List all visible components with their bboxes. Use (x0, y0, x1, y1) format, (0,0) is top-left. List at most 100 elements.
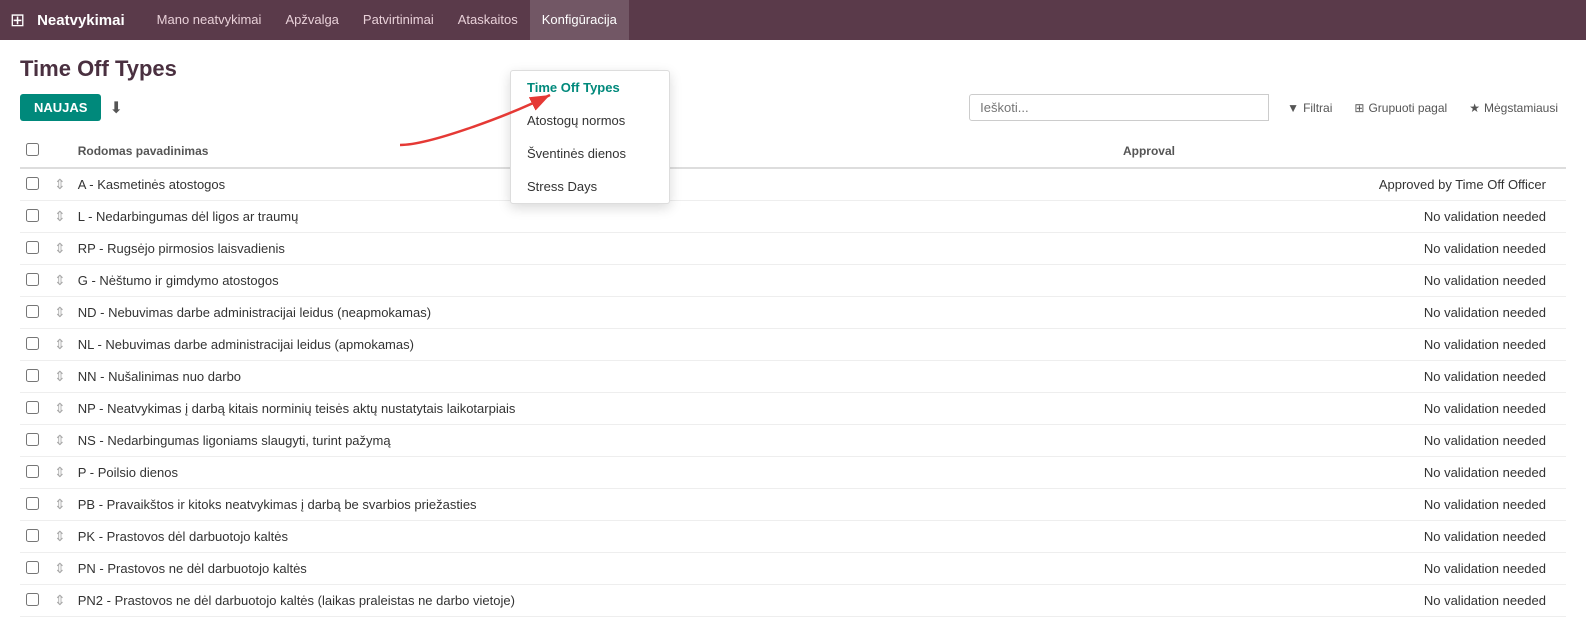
drag-handle-icon[interactable]: ⇕ (54, 208, 66, 224)
new-button[interactable]: NAUJAS (20, 94, 101, 121)
group-icon: ⊞ (1354, 101, 1364, 115)
group-button[interactable]: ⊞ Grupuoti pagal (1346, 96, 1455, 120)
app-name[interactable]: Neatvykimai (37, 12, 125, 29)
main-nav: Mano neatvykimai Apžvalga Patvirtinimai … (145, 0, 629, 40)
row-name[interactable]: G - Nėštumo ir gimdymo atostogos (72, 265, 1117, 297)
row-checkbox-cell (20, 361, 48, 393)
row-drag-handle-cell: ⇕ (48, 585, 72, 617)
col-header-check (20, 135, 48, 168)
table-row: ⇕ ND - Nebuvimas darbe administracijai l… (20, 297, 1566, 329)
drag-handle-icon[interactable]: ⇕ (54, 272, 66, 288)
row-name[interactable]: L - Nedarbingumas dėl ligos ar traumų (72, 201, 1117, 233)
row-name[interactable]: ND - Nebuvimas darbe administracijai lei… (72, 297, 1117, 329)
row-checkbox-cell (20, 201, 48, 233)
drag-handle-icon[interactable]: ⇕ (54, 304, 66, 320)
col-header-approval: Approval (1117, 135, 1566, 168)
table-row: ⇕ NL - Nebuvimas darbe administracijai l… (20, 329, 1566, 361)
search-input[interactable] (969, 94, 1269, 121)
select-all-checkbox[interactable] (26, 143, 39, 156)
row-drag-handle-cell: ⇕ (48, 297, 72, 329)
table-row: ⇕ PB - Pravaikštos ir kitoks neatvykimas… (20, 489, 1566, 521)
nav-item-konfiguracija[interactable]: Konfigūracija (530, 0, 629, 40)
filter-button[interactable]: ▼ Filtrai (1279, 96, 1340, 120)
row-checkbox-cell (20, 489, 48, 521)
row-checkbox-cell (20, 457, 48, 489)
row-approval: No validation needed (1117, 361, 1566, 393)
drag-handle-icon[interactable]: ⇕ (54, 176, 66, 192)
download-icon: ⬇ (109, 100, 122, 117)
nav-item-ataskaitos[interactable]: Ataskaitos (446, 0, 530, 40)
row-approval: No validation needed (1117, 425, 1566, 457)
nav-item-mano[interactable]: Mano neatvykimai (145, 0, 274, 40)
row-name[interactable]: NL - Nebuvimas darbe administracijai lei… (72, 329, 1117, 361)
row-drag-handle-cell: ⇕ (48, 168, 72, 201)
row-name[interactable]: NP - Neatvykimas į darbą kitais norminių… (72, 393, 1117, 425)
dropdown-item[interactable]: Atostogų normos (511, 104, 669, 137)
row-name[interactable]: NN - Nušalinimas nuo darbo (72, 361, 1117, 393)
drag-handle-icon[interactable]: ⇕ (54, 400, 66, 416)
drag-handle-icon[interactable]: ⇕ (54, 336, 66, 352)
row-checkbox[interactable] (26, 209, 39, 222)
drag-handle-icon[interactable]: ⇕ (54, 240, 66, 256)
row-checkbox-cell (20, 297, 48, 329)
row-checkbox[interactable] (26, 305, 39, 318)
drag-handle-icon[interactable]: ⇕ (54, 528, 66, 544)
drag-handle-icon[interactable]: ⇕ (54, 464, 66, 480)
page-title: Time Off Types (20, 56, 1566, 82)
row-name[interactable]: PN2 - Prastovos ne dėl darbuotojo kaltės… (72, 585, 1117, 617)
row-name[interactable]: PB - Pravaikštos ir kitoks neatvykimas į… (72, 489, 1117, 521)
row-checkbox[interactable] (26, 529, 39, 542)
favorites-button[interactable]: ★ Mėgstamiausi (1461, 96, 1566, 120)
row-approval: Approved by Time Off Officer (1117, 168, 1566, 201)
download-button[interactable]: ⬇ (109, 98, 122, 118)
row-name[interactable]: PN - Prastovos ne dėl darbuotojo kaltės (72, 553, 1117, 585)
group-label: Grupuoti pagal (1368, 101, 1447, 115)
dropdown-item[interactable]: Time Off Types (511, 71, 669, 104)
row-checkbox[interactable] (26, 433, 39, 446)
app-grid-icon[interactable]: ⊞ (10, 10, 25, 31)
row-drag-handle-cell: ⇕ (48, 425, 72, 457)
row-checkbox[interactable] (26, 593, 39, 606)
row-name[interactable]: PK - Prastovos dėl darbuotojo kaltės (72, 521, 1117, 553)
nav-item-apzvalga[interactable]: Apžvalga (273, 0, 350, 40)
toolbar: NAUJAS ⬇ ▼ Filtrai ⊞ Grupuoti pagal ★ Mė… (20, 94, 1566, 121)
top-navigation: ⊞ Neatvykimai Mano neatvykimai Apžvalga … (0, 0, 1586, 40)
row-drag-handle-cell: ⇕ (48, 329, 72, 361)
row-checkbox[interactable] (26, 369, 39, 382)
row-checkbox[interactable] (26, 273, 39, 286)
row-checkbox[interactable] (26, 497, 39, 510)
star-icon: ★ (1469, 101, 1480, 115)
row-approval: No validation needed (1117, 393, 1566, 425)
drag-handle-icon[interactable]: ⇕ (54, 368, 66, 384)
row-checkbox[interactable] (26, 465, 39, 478)
row-checkbox-cell (20, 265, 48, 297)
row-drag-handle-cell: ⇕ (48, 457, 72, 489)
nav-item-patvirtinimai[interactable]: Patvirtinimai (351, 0, 446, 40)
dropdown-item[interactable]: Šventinės dienos (511, 137, 669, 170)
row-name[interactable]: NS - Nedarbingumas ligoniams slaugyti, t… (72, 425, 1117, 457)
row-approval: No validation needed (1117, 265, 1566, 297)
row-checkbox[interactable] (26, 561, 39, 574)
row-name[interactable]: RP - Rugsėjo pirmosios laisvadienis (72, 233, 1117, 265)
drag-handle-icon[interactable]: ⇕ (54, 432, 66, 448)
row-checkbox[interactable] (26, 337, 39, 350)
row-checkbox-cell (20, 329, 48, 361)
dropdown-item[interactable]: Stress Days (511, 170, 669, 203)
drag-handle-icon[interactable]: ⇕ (54, 592, 66, 608)
row-checkbox[interactable] (26, 241, 39, 254)
row-approval: No validation needed (1117, 329, 1566, 361)
row-checkbox[interactable] (26, 177, 39, 190)
row-checkbox-cell (20, 168, 48, 201)
row-approval: No validation needed (1117, 553, 1566, 585)
drag-handle-icon[interactable]: ⇕ (54, 496, 66, 512)
row-approval: No validation needed (1117, 585, 1566, 617)
table-row: ⇕ NS - Nedarbingumas ligoniams slaugyti,… (20, 425, 1566, 457)
row-name[interactable]: P - Poilsio dienos (72, 457, 1117, 489)
row-drag-handle-cell: ⇕ (48, 361, 72, 393)
row-drag-handle-cell: ⇕ (48, 233, 72, 265)
drag-handle-icon[interactable]: ⇕ (54, 560, 66, 576)
row-checkbox[interactable] (26, 401, 39, 414)
row-drag-handle-cell: ⇕ (48, 553, 72, 585)
table-row: ⇕ G - Nėštumo ir gimdymo atostogos No va… (20, 265, 1566, 297)
table-row: ⇕ PN - Prastovos ne dėl darbuotojo kaltė… (20, 553, 1566, 585)
